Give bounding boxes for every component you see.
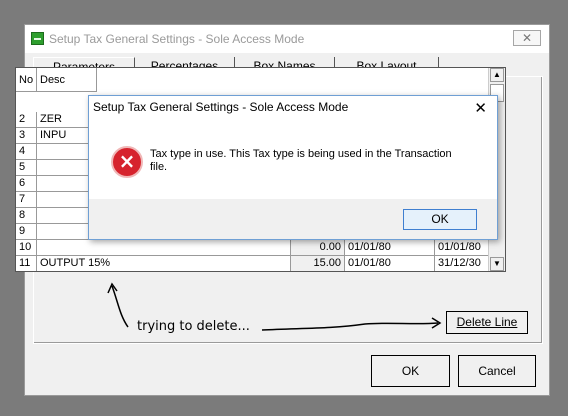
annotation-text: trying to delete... xyxy=(137,319,250,334)
dialog-ok-button[interactable]: OK xyxy=(403,209,477,230)
ok-label: OK xyxy=(401,364,420,378)
dialog-close-icon[interactable]: ✕ xyxy=(474,99,487,117)
dialog-title: Setup Tax General Settings - Sole Access… xyxy=(93,100,349,114)
dialog-message: Tax type in use. This Tax type is being … xyxy=(150,148,452,173)
ok-button[interactable]: OK xyxy=(371,355,450,387)
error-dialog: Setup Tax General Settings - Sole Access… xyxy=(88,95,498,240)
cancel-button[interactable]: Cancel xyxy=(458,355,536,387)
cancel-label: Cancel xyxy=(478,364,516,378)
delete-line-label: Delete Line xyxy=(456,315,518,329)
error-icon: × xyxy=(111,146,143,178)
delete-line-button[interactable]: Delete Line xyxy=(446,311,528,334)
